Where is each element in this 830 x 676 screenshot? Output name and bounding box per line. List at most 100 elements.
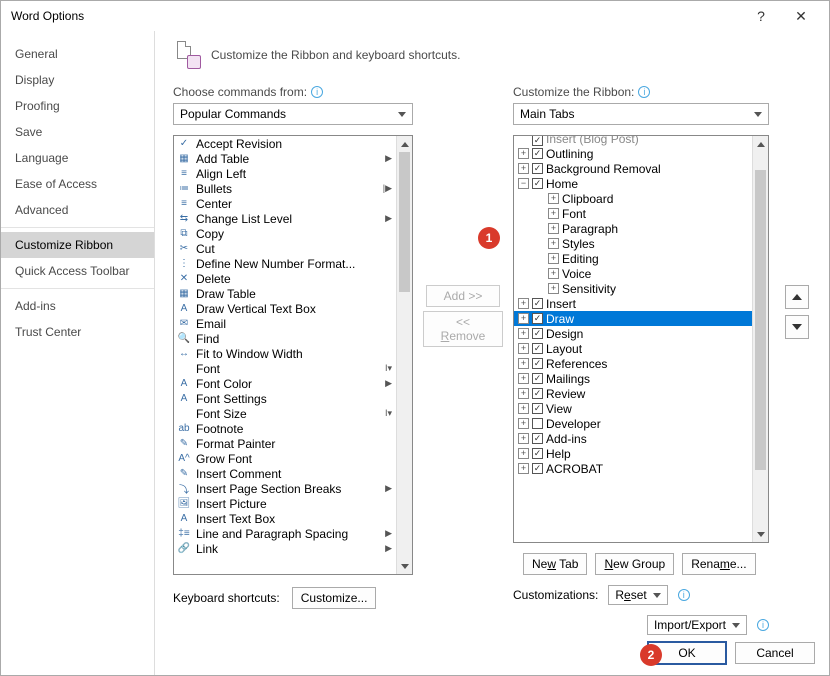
expand-toggle-icon[interactable]: + (548, 283, 559, 294)
expand-toggle-icon[interactable]: + (518, 388, 529, 399)
checkbox[interactable]: ✓ (532, 178, 543, 189)
customize-keyboard-button[interactable]: Customize... (292, 587, 377, 609)
command-item[interactable]: ≡Align Left (174, 166, 396, 181)
scroll-thumb[interactable] (755, 170, 766, 470)
choose-commands-dropdown[interactable]: Popular Commands (173, 103, 413, 125)
remove-button[interactable]: << Remove (423, 311, 503, 347)
scroll-down-icon[interactable] (753, 526, 768, 542)
tree-item[interactable]: +Font (514, 206, 752, 221)
command-item[interactable]: ✎Format Painter (174, 436, 396, 451)
reset-dropdown[interactable]: Reset (608, 585, 667, 605)
checkbox[interactable]: ✓ (532, 298, 543, 309)
expand-toggle-icon[interactable]: + (518, 463, 529, 474)
command-item[interactable]: ✂Cut (174, 241, 396, 256)
expand-toggle-icon[interactable]: + (518, 343, 529, 354)
command-item[interactable]: 🖼Insert Picture (174, 496, 396, 511)
command-item[interactable]: ↔Fit to Window Width (174, 346, 396, 361)
command-item[interactable]: AInsert Text Box (174, 511, 396, 526)
expand-toggle-icon[interactable]: + (518, 328, 529, 339)
tree-item[interactable]: +✓Help (514, 446, 752, 461)
expand-toggle-icon[interactable]: + (518, 418, 529, 429)
command-item[interactable]: ⧉Copy (174, 226, 396, 241)
add-button[interactable]: Add >> (426, 285, 500, 307)
close-button[interactable]: ✕ (781, 8, 821, 25)
tree-item[interactable]: +Voice (514, 266, 752, 281)
import-export-dropdown[interactable]: Import/Export (647, 615, 747, 635)
command-item[interactable]: ⤵Insert Page Section Breaks▶ (174, 481, 396, 496)
nav-quick-access-toolbar[interactable]: Quick Access Toolbar (1, 258, 154, 284)
expand-toggle-icon[interactable]: + (548, 208, 559, 219)
tree-item[interactable]: +Sensitivity (514, 281, 752, 296)
rename-button[interactable]: Rename... (682, 553, 755, 575)
tree-item[interactable]: +✓Draw (514, 311, 752, 326)
nav-trust-center[interactable]: Trust Center (1, 319, 154, 345)
tree-item[interactable]: +Clipboard (514, 191, 752, 206)
ribbon-tree[interactable]: ✓Insert (Blog Post)+✓Outlining+✓Backgrou… (513, 135, 769, 543)
checkbox[interactable]: ✓ (532, 433, 543, 444)
scroll-down-icon[interactable] (397, 558, 412, 574)
new-group-button[interactable]: New Group (595, 553, 674, 575)
checkbox[interactable]: ✓ (532, 403, 543, 414)
checkbox[interactable] (532, 418, 543, 429)
nav-language[interactable]: Language (1, 145, 154, 171)
tree-item[interactable]: +✓ACROBAT (514, 461, 752, 476)
expand-toggle-icon[interactable]: + (548, 268, 559, 279)
nav-general[interactable]: General (1, 41, 154, 67)
command-item[interactable]: 🔍Find (174, 331, 396, 346)
scrollbar[interactable] (396, 136, 412, 574)
expand-toggle-icon[interactable]: + (518, 358, 529, 369)
command-item[interactable]: ⋮Define New Number Format... (174, 256, 396, 271)
expand-toggle-icon[interactable]: + (518, 433, 529, 444)
expand-toggle-icon[interactable]: + (518, 403, 529, 414)
info-icon[interactable]: i (678, 589, 690, 601)
command-item[interactable]: ✕Delete (174, 271, 396, 286)
checkbox[interactable]: ✓ (532, 163, 543, 174)
nav-customize-ribbon[interactable]: Customize Ribbon (1, 232, 154, 258)
command-item[interactable]: ▦Add Table▶ (174, 151, 396, 166)
command-item[interactable]: ▦Draw Table (174, 286, 396, 301)
command-item[interactable]: 🔗Link▶ (174, 541, 396, 556)
tree-item[interactable]: +✓Background Removal (514, 161, 752, 176)
nav-save[interactable]: Save (1, 119, 154, 145)
command-item[interactable]: AFont Settings (174, 391, 396, 406)
tree-item[interactable]: +✓Add-ins (514, 431, 752, 446)
expand-toggle-icon[interactable]: + (518, 448, 529, 459)
expand-toggle-icon[interactable]: + (548, 223, 559, 234)
info-icon[interactable]: i (638, 86, 650, 98)
tree-item[interactable]: +Developer (514, 416, 752, 431)
tree-item[interactable]: +✓Layout (514, 341, 752, 356)
scroll-thumb[interactable] (399, 152, 410, 292)
tree-item[interactable]: +✓Design (514, 326, 752, 341)
command-item[interactable]: ⇆Change List Level▶ (174, 211, 396, 226)
command-item[interactable]: Font SizeI▾ (174, 406, 396, 421)
nav-proofing[interactable]: Proofing (1, 93, 154, 119)
expand-toggle-icon[interactable]: + (548, 253, 559, 264)
tree-item[interactable]: +Paragraph (514, 221, 752, 236)
expand-toggle-icon[interactable]: + (518, 148, 529, 159)
move-down-button[interactable] (785, 315, 809, 339)
command-item[interactable]: FontI▾ (174, 361, 396, 376)
checkbox[interactable]: ✓ (532, 313, 543, 324)
command-item[interactable]: ≔Bullets|▶ (174, 181, 396, 196)
info-icon[interactable]: i (757, 619, 769, 631)
tree-item[interactable]: +Editing (514, 251, 752, 266)
nav-ease-of-access[interactable]: Ease of Access (1, 171, 154, 197)
command-item[interactable]: abFootnote (174, 421, 396, 436)
command-item[interactable]: ✉Email (174, 316, 396, 331)
info-icon[interactable]: i (311, 86, 323, 98)
checkbox[interactable]: ✓ (532, 343, 543, 354)
new-tab-button[interactable]: New Tab (523, 553, 587, 575)
tree-item[interactable]: +Styles (514, 236, 752, 251)
tree-item[interactable]: +✓View (514, 401, 752, 416)
scrollbar[interactable] (752, 136, 768, 542)
command-item[interactable]: ≡Center (174, 196, 396, 211)
command-item[interactable]: ✎Insert Comment (174, 466, 396, 481)
tree-item[interactable]: +✓Outlining (514, 146, 752, 161)
command-item[interactable]: ‡≡Line and Paragraph Spacing▶ (174, 526, 396, 541)
checkbox[interactable]: ✓ (532, 358, 543, 369)
command-item[interactable]: ADraw Vertical Text Box (174, 301, 396, 316)
tree-item[interactable]: ✓Insert (Blog Post) (514, 136, 752, 146)
expand-toggle-icon[interactable]: + (518, 163, 529, 174)
expand-toggle-icon[interactable]: + (548, 193, 559, 204)
tree-item[interactable]: +✓Insert (514, 296, 752, 311)
